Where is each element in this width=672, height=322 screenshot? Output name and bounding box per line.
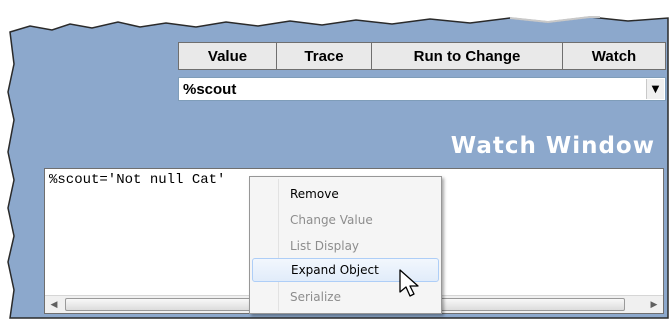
mouse-pointer-icon [399, 269, 419, 297]
menu-item-list-display[interactable]: List Display [252, 234, 439, 258]
variable-select-value: %scout [183, 81, 237, 98]
arrow-right-icon[interactable]: ▶ [645, 296, 663, 313]
trace-button[interactable]: Trace [276, 42, 372, 70]
watch-output-text: %scout='Not null Cat' [49, 172, 226, 188]
run-to-change-button[interactable]: Run to Change [371, 42, 563, 70]
variable-select[interactable]: %scout ▼ [178, 77, 666, 101]
menu-item-change-value[interactable]: Change Value [252, 208, 439, 232]
value-button[interactable]: Value [178, 42, 277, 70]
toolbar: Value Trace Run to Change Watch [178, 42, 666, 70]
chevron-down-icon[interactable]: ▼ [646, 79, 664, 99]
watch-button[interactable]: Watch [562, 42, 666, 70]
watch-window-title: Watch Window [450, 133, 655, 159]
arrow-left-icon[interactable]: ◀ [45, 296, 63, 313]
menu-item-remove[interactable]: Remove [252, 182, 439, 206]
